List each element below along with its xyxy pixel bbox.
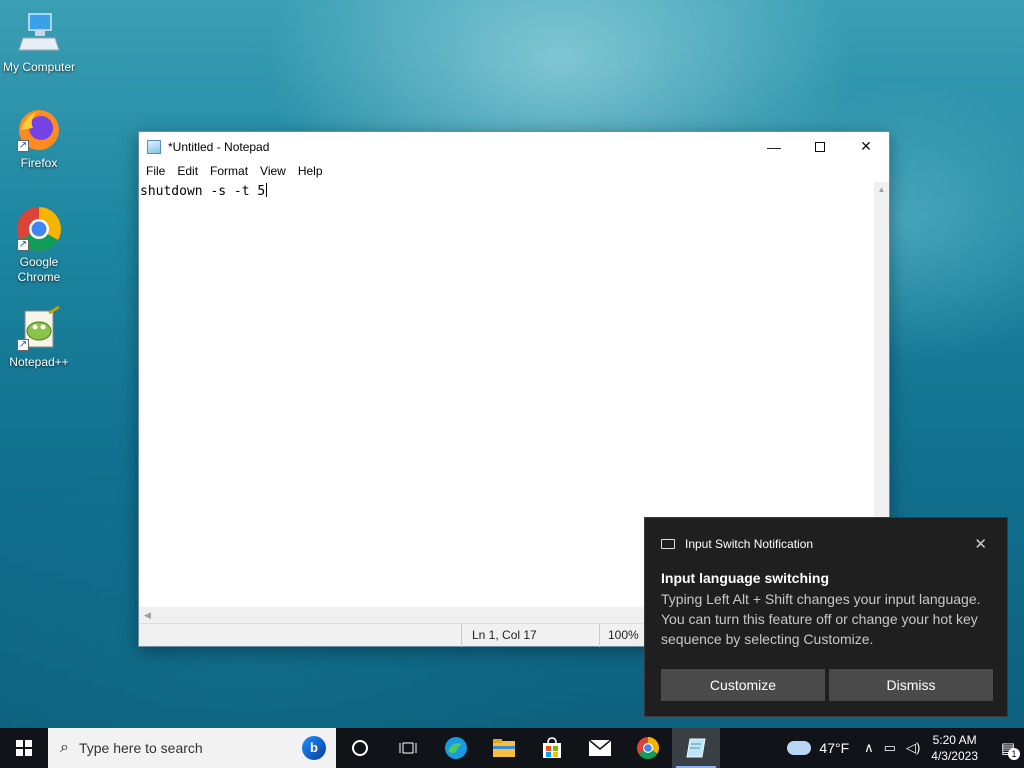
task-view-icon[interactable]: [384, 728, 432, 768]
title-bar[interactable]: *Untitled - Notepad — ✕: [139, 132, 889, 161]
clock-date: 4/3/2023: [931, 749, 978, 763]
notepad-plus-plus-icon: ↗: [15, 305, 63, 353]
close-icon: ✕: [860, 138, 872, 154]
search-box[interactable]: ⌕ Type here to search b: [48, 728, 336, 768]
menu-file[interactable]: File: [140, 164, 171, 178]
show-hidden-icons-icon[interactable]: ∧: [864, 740, 874, 756]
toast-close-button[interactable]: ✕: [974, 535, 987, 553]
window-title: *Untitled - Notepad: [168, 139, 270, 154]
weather-widget[interactable]: 47°F: [787, 740, 849, 756]
file-explorer-icon[interactable]: [480, 728, 528, 768]
toast-body: Typing Left Alt + Shift changes your inp…: [661, 591, 981, 647]
chrome-taskbar-icon[interactable]: [624, 728, 672, 768]
chrome-icon: ↗: [15, 205, 63, 253]
scroll-up-icon[interactable]: ▲: [874, 182, 889, 197]
desktop-icon-firefox[interactable]: ↗ Firefox: [1, 106, 77, 170]
search-icon: ⌕: [60, 739, 69, 756]
system-tray: 47°F ∧ ▭ ◁) 5:20 AM 4/3/2023 ▤ 1: [787, 728, 1024, 768]
bing-icon[interactable]: b: [302, 736, 326, 760]
zoom-level: 100%: [599, 624, 649, 647]
desktop-icon-label: My Computer: [2, 60, 76, 74]
notepad-app-icon: [147, 139, 161, 154]
input-switch-notification: Input Switch Notification ✕ Input langua…: [644, 517, 1008, 717]
minimize-icon: —: [767, 138, 781, 155]
notepad-taskbar-icon[interactable]: [672, 728, 720, 768]
clock-time: 5:20 AM: [932, 733, 977, 747]
toast-app-name: Input Switch Notification: [685, 537, 814, 551]
firefox-icon: ↗: [15, 106, 63, 154]
clock[interactable]: 5:20 AM 4/3/2023: [931, 732, 978, 764]
maximize-icon: [815, 141, 825, 152]
network-icon[interactable]: ▭: [884, 740, 896, 756]
desktop-icon-chrome[interactable]: ↗ Google Chrome: [1, 205, 77, 285]
shortcut-arrow-icon: ↗: [17, 239, 29, 251]
maximize-button[interactable]: [797, 132, 843, 161]
microsoft-store-icon[interactable]: [528, 728, 576, 768]
cortana-icon[interactable]: [336, 728, 384, 768]
shortcut-arrow-icon: ↗: [17, 140, 29, 152]
close-button[interactable]: ✕: [843, 132, 889, 161]
desktop-icon-my-computer[interactable]: My Computer: [1, 10, 77, 74]
dismiss-button[interactable]: Dismiss: [829, 669, 993, 701]
keyboard-icon: [661, 539, 675, 549]
cursor-position: Ln 1, Col 17: [461, 624, 596, 647]
shortcut-arrow-icon: ↗: [17, 339, 29, 351]
desktop-icon-label: Firefox: [20, 156, 58, 170]
editor-content: shutdown -s -t 5: [140, 184, 266, 199]
mail-icon[interactable]: [576, 728, 624, 768]
desktop-icon-label: Google Chrome: [17, 255, 61, 284]
cloud-icon: [787, 741, 812, 755]
action-center-button[interactable]: ▤ 1: [992, 728, 1024, 768]
scroll-left-icon[interactable]: ◀: [144, 610, 151, 620]
menu-bar: File Edit Format View Help: [139, 161, 889, 181]
weather-temperature: 47°F: [819, 740, 850, 756]
windows-logo-icon: [16, 740, 32, 756]
text-caret: [266, 183, 268, 197]
desktop-icon-notepad-plus-plus[interactable]: ↗ Notepad++: [1, 305, 77, 369]
toast-title: Input language switching: [661, 570, 829, 586]
desktop-icon-label: Notepad++: [9, 355, 69, 369]
minimize-button[interactable]: —: [751, 132, 797, 161]
close-icon: ✕: [974, 536, 987, 553]
menu-view[interactable]: View: [254, 164, 292, 178]
taskbar: ⌕ Type here to search b 47°F ∧ ▭ ◁) 5:20…: [0, 728, 1024, 768]
toast-header: Input Switch Notification: [661, 537, 813, 551]
volume-icon[interactable]: ◁): [906, 740, 920, 756]
my-computer-icon: [15, 10, 63, 58]
menu-help[interactable]: Help: [292, 164, 329, 178]
customize-button[interactable]: Customize: [661, 669, 825, 701]
edge-icon[interactable]: [432, 728, 480, 768]
notification-count-badge: 1: [1008, 748, 1020, 760]
start-button[interactable]: [0, 728, 48, 768]
search-placeholder: Type here to search: [78, 740, 203, 756]
menu-format[interactable]: Format: [204, 164, 254, 178]
menu-edit[interactable]: Edit: [171, 164, 204, 178]
